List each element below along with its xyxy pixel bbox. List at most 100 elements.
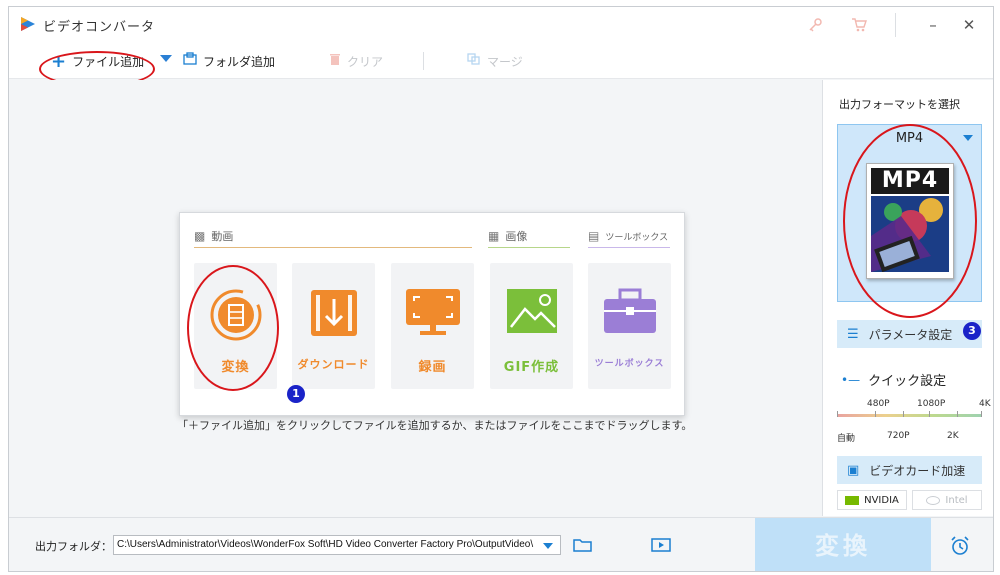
quality-2k[interactable]: 2K [947, 431, 959, 441]
output-folder-label: 出力フォルダ： [35, 540, 112, 553]
tile-record-label: 録画 [418, 360, 447, 375]
section-video-line [194, 247, 472, 248]
intel-logo-icon [926, 495, 941, 505]
intel-toggle[interactable]: Intel [912, 490, 982, 510]
file-drop-area[interactable]: 「＋ファイル追加」をクリックしてファイルを追加するか、またはファイルをここまでド… [9, 80, 821, 516]
clear-label: クリア [347, 54, 384, 69]
output-folder-dropdown-icon[interactable] [543, 543, 553, 549]
quality-tick [929, 411, 930, 417]
plus-icon: + [51, 50, 67, 72]
drop-hint-text: 「＋ファイル追加」をクリックしてファイルを追加するか、またはファイルをここまでド… [177, 419, 693, 432]
bottom-bar: 出力フォルダ： C:\Users\Administrator\Videos\Wo… [9, 517, 993, 571]
feature-launcher-card: ▩ 動画 ▦ 画像 ▤ ツールボックス 変換 ダウンロード 録画 GIF作成 ツ… [179, 212, 685, 416]
section-toolbox-label: ツールボックス [605, 232, 669, 243]
parameter-settings-label: パラメータ設定 [868, 327, 953, 342]
section-video-label: 動画 [211, 230, 234, 243]
tile-download-label: ダウンロード [297, 358, 370, 371]
tile-record[interactable]: 録画 [391, 263, 474, 389]
convert-button[interactable]: 変換 [755, 518, 931, 571]
tile-toolbox[interactable]: ツールボックス [588, 263, 671, 389]
title-bar: ビデオコンバータ – ✕ [9, 7, 993, 43]
screen-record-icon [405, 289, 460, 335]
format-dropdown-icon[interactable] [963, 135, 973, 141]
toolbar-divider [423, 52, 424, 70]
quality-4k[interactable]: 4K [979, 399, 991, 409]
film-strip-scene-image [871, 196, 949, 272]
quality-slider-track[interactable] [837, 414, 982, 417]
output-format-title: 出力フォーマットを選択 [839, 98, 960, 111]
nvidia-logo-icon [845, 495, 860, 505]
merge-icon [467, 53, 481, 69]
merge-button[interactable]: マージ [467, 51, 523, 71]
app-logo-icon [21, 17, 35, 31]
tile-download[interactable]: ダウンロード [292, 263, 375, 389]
quality-auto[interactable]: 自動 [837, 431, 855, 444]
clear-button[interactable]: クリア [329, 51, 383, 71]
add-file-dropdown-icon[interactable] [160, 55, 172, 62]
add-file-label: ファイル追加 [72, 54, 145, 69]
quality-tick [957, 411, 958, 417]
selected-format: MP4 [895, 131, 924, 146]
gpu-acceleration-button[interactable]: ▣ ビデオカード加速 [837, 456, 982, 484]
output-folder-input[interactable]: C:\Users\Administrator\Videos\WonderFox … [113, 535, 561, 555]
sliders-icon: ☰ [847, 326, 859, 342]
quality-480p[interactable]: 480P [867, 399, 890, 409]
section-toolbox-line [588, 247, 670, 248]
mp4-image-text: MP4 [871, 168, 949, 194]
add-folder-label: フォルダ追加 [203, 54, 276, 69]
section-video-header: ▩ 動画 [194, 225, 233, 247]
tile-toolbox-label: ツールボックス [594, 359, 665, 369]
section-image-header: ▦ 画像 [488, 225, 527, 247]
app-window: ビデオコンバータ – ✕ + ファイル追加 フォルダ追加 クリア マージ 「＋フ… [8, 6, 994, 572]
quality-720p[interactable]: 720P [887, 431, 910, 441]
quality-tick [837, 411, 838, 417]
section-image-line [488, 247, 570, 248]
folder-add-icon [183, 52, 197, 70]
video-folder-icon[interactable] [651, 537, 671, 557]
add-file-button[interactable]: + ファイル追加 [51, 50, 145, 72]
tile-gif-label: GIF作成 [503, 360, 560, 375]
section-toolbox-header: ▤ ツールボックス [588, 225, 668, 247]
toolbar: + ファイル追加 フォルダ追加 クリア マージ [9, 43, 993, 79]
tile-convert[interactable]: 変換 [194, 263, 277, 389]
gif-maker-icon [506, 289, 557, 333]
open-folder-icon[interactable] [573, 537, 593, 557]
annotation-badge-1: 1 [287, 385, 305, 403]
key-icon[interactable] [805, 15, 825, 35]
alarm-clock-icon[interactable] [949, 535, 971, 562]
intel-label: Intel [945, 494, 968, 506]
section-image-label: 画像 [505, 230, 528, 243]
toolbox-small-icon: ▤ [588, 229, 600, 243]
chip-icon: ▣ [847, 462, 860, 478]
titlebar-divider [895, 13, 896, 37]
film-icon: ▩ [194, 229, 206, 243]
close-button[interactable]: ✕ [957, 15, 981, 35]
output-format-panel: 出力フォーマットを選択 MP4 MP4 ☰ パラメータ設定 3 •— クイック設… [822, 80, 993, 516]
download-icon [310, 290, 357, 336]
slider-icon: •— [841, 372, 861, 387]
convert-icon [210, 289, 261, 341]
quality-tick [875, 411, 876, 417]
minimize-button[interactable]: – [921, 15, 945, 35]
parameter-settings-button[interactable]: ☰ パラメータ設定 [837, 320, 982, 348]
quality-tick [903, 411, 904, 417]
cart-icon[interactable] [849, 15, 869, 35]
toolbox-icon [603, 288, 656, 333]
image-icon: ▦ [488, 229, 500, 243]
tile-gif[interactable]: GIF作成 [490, 263, 573, 389]
annotation-badge-3: 3 [963, 322, 981, 340]
add-folder-button[interactable]: フォルダ追加 [183, 51, 275, 71]
app-title: ビデオコンバータ [43, 20, 156, 35]
quality-tick [981, 411, 982, 417]
trash-icon [329, 53, 341, 70]
mp4-format-image: MP4 [866, 163, 954, 279]
merge-label: マージ [487, 54, 523, 69]
quick-settings-label: クイック設定 [868, 374, 947, 389]
quality-1080p[interactable]: 1080P [917, 399, 945, 409]
format-selector[interactable]: MP4 MP4 [837, 124, 982, 302]
nvidia-label: NVIDIA [864, 494, 899, 506]
tile-convert-label: 変換 [221, 360, 250, 375]
gpu-acceleration-label: ビデオカード加速 [869, 463, 966, 478]
quick-settings-title: •— クイック設定 [841, 370, 947, 390]
nvidia-toggle[interactable]: NVIDIA [837, 490, 907, 510]
